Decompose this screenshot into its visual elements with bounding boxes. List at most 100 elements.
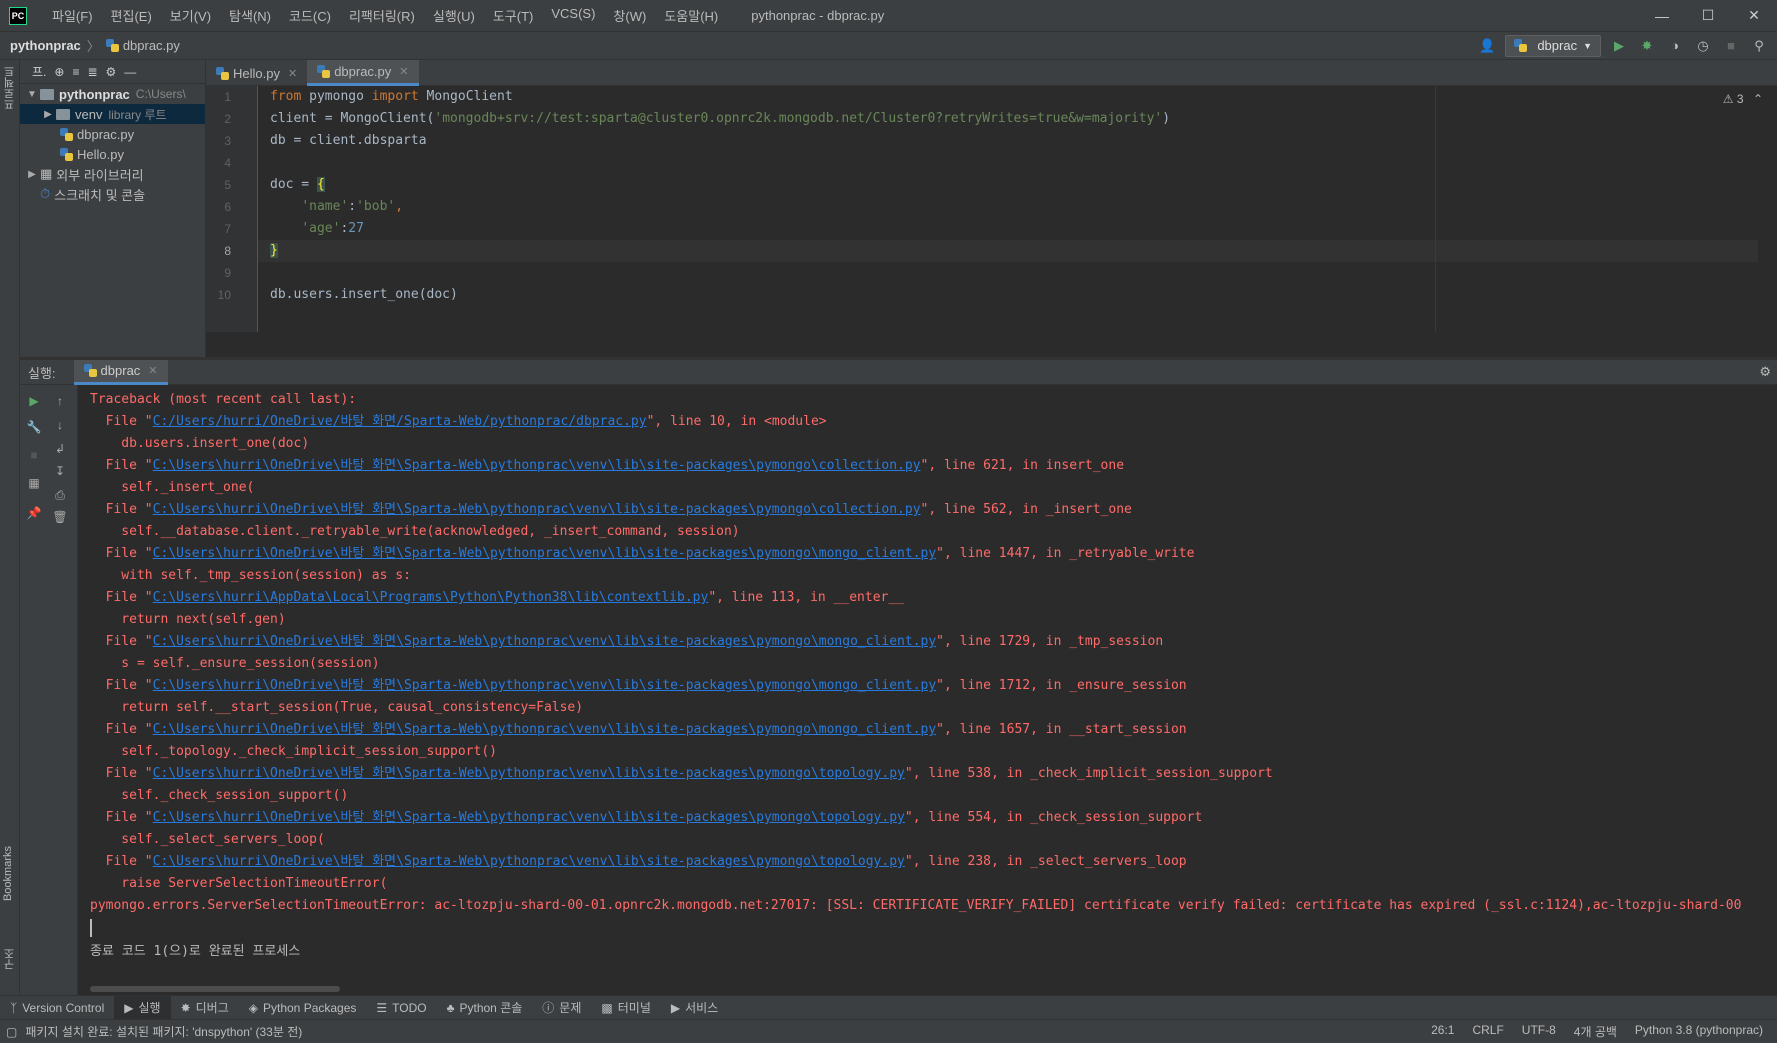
menu-code[interactable]: 코드(C) — [280, 6, 340, 25]
tool-problems[interactable]: ⓘ 문제 — [532, 996, 591, 1020]
coverage-icon[interactable]: ◑ — [1665, 36, 1685, 56]
tab-hello-py[interactable]: Hello.py ✕ — [206, 60, 307, 86]
run-tab-dbprac[interactable]: dbprac ✕ — [73, 359, 168, 385]
file-link[interactable]: C:\Users\hurri\OneDrive\바탕 화면\Sparta-Web… — [153, 766, 905, 781]
expand-all-icon[interactable]: ≡ — [72, 65, 79, 79]
tab-dbprac-py[interactable]: dbprac.py ✕ — [307, 60, 419, 86]
breadcrumb-file[interactable]: dbprac.py — [123, 38, 180, 53]
status-message[interactable]: 패키지 설치 완료: 설치된 패키지: 'dnspython' (33분 전) — [25, 1023, 302, 1040]
stop-icon[interactable]: ■ — [1721, 36, 1741, 56]
inspection-widget[interactable]: ⚠ 3 ⌃ — [1723, 92, 1763, 106]
tree-item-scratches[interactable]: ⏱ 스크래치 및 콘솔 — [20, 184, 205, 204]
menu-file[interactable]: 파일(F) — [43, 6, 102, 25]
pin-icon[interactable]: 📌 — [24, 503, 44, 523]
chevron-right-icon[interactable]: ▶ — [24, 169, 40, 180]
gear-icon[interactable]: ⚙ — [106, 65, 117, 79]
maximize-icon[interactable]: ☐ — [1685, 0, 1731, 31]
tree-item-hello[interactable]: Hello.py — [20, 144, 205, 164]
breadcrumb-project[interactable]: pythonprac — [10, 38, 81, 53]
file-link[interactable]: C:\Users\hurri\OneDrive\바탕 화면\Sparta-Web… — [153, 854, 905, 869]
code-editor[interactable]: 1 2 3 4 5 6 7 8 9 10 from pymongo import… — [206, 86, 1777, 332]
wrench-icon[interactable]: 🔧 — [24, 417, 44, 437]
menu-vcs[interactable]: VCS(S) — [542, 6, 604, 25]
file-encoding[interactable]: UTF-8 — [1522, 1023, 1556, 1040]
tool-version-control[interactable]: ᛉ Version Control — [0, 996, 114, 1020]
caret-position[interactable]: 26:1 — [1431, 1023, 1454, 1040]
line-number: 9 — [224, 266, 231, 280]
tool-debug[interactable]: ✸ 디버그 — [171, 996, 239, 1020]
file-link[interactable]: C:\Users\hurri\OneDrive\바탕 화면\Sparta-Web… — [153, 546, 937, 561]
tool-python-console[interactable]: ♣ Python 콘솔 — [437, 996, 533, 1020]
code-area[interactable]: from pymongo import MongoClient client =… — [258, 86, 1758, 306]
chevron-right-icon[interactable]: ▶ — [40, 109, 56, 120]
locate-icon[interactable]: ⊕ — [54, 65, 64, 79]
line-separator[interactable]: CRLF — [1472, 1023, 1503, 1040]
layout-icon[interactable]: ▦ — [24, 473, 44, 493]
collapse-all-icon[interactable]: ≣ — [87, 65, 97, 79]
run-icon[interactable]: ▶ — [1609, 36, 1629, 56]
file-link[interactable]: C:\Users\hurri\OneDrive\바탕 화면\Sparta-Web… — [153, 634, 937, 649]
file-link[interactable]: C:\Users\hurri\OneDrive\바탕 화면\Sparta-Web… — [153, 722, 937, 737]
tool-todo[interactable]: ☰ TODO — [366, 996, 436, 1020]
file-label: dbprac.py — [77, 126, 135, 142]
tool-run[interactable]: ▶ 실행 — [114, 995, 171, 1020]
menu-refactor[interactable]: 리팩터링(R) — [340, 6, 424, 25]
close-icon[interactable]: ✕ — [399, 65, 408, 78]
tree-item-external-libraries[interactable]: ▶ ▦ 외부 라이브러리 — [20, 164, 205, 184]
profile-icon[interactable]: ◷ — [1693, 36, 1713, 56]
user-icon[interactable]: 👤 — [1477, 36, 1497, 56]
file-link[interactable]: C:\Users\hurri\OneDrive\바탕 화면\Sparta-Web… — [153, 502, 921, 517]
tool-terminal[interactable]: ▩ 터미널 — [591, 996, 660, 1020]
file-link[interactable]: C:\Users\hurri\OneDrive\바탕 화면\Sparta-Web… — [153, 810, 905, 825]
chevron-up-icon[interactable]: ⌃ — [1753, 92, 1763, 106]
menu-navigate[interactable]: 탐색(N) — [220, 6, 280, 25]
structure-tool-tab[interactable]: 구조 — [2, 948, 18, 970]
close-icon[interactable]: ✕ — [288, 67, 297, 80]
console-line: raise ServerSelectionTimeoutError( — [90, 876, 388, 891]
chevron-down-icon[interactable]: ▼ — [24, 89, 40, 100]
file-link[interactable]: C:\Users\hurri\AppData\Local\Programs\Py… — [153, 590, 709, 605]
menu-help[interactable]: 도움말(H) — [655, 6, 727, 25]
menu-window[interactable]: 창(W) — [604, 6, 655, 25]
arrow-up-icon[interactable]: ↑ — [50, 391, 70, 411]
trash-icon[interactable]: 🗑 — [50, 507, 70, 527]
tool-services[interactable]: ▶ 서비스 — [661, 996, 728, 1020]
project-tool-tab[interactable]: 프로젝트 — [2, 66, 18, 110]
tree-item-project-root[interactable]: ▼ pythonprac C:\Users\ — [20, 84, 205, 104]
minimize-icon[interactable]: — — [1639, 0, 1685, 31]
rerun-icon[interactable]: ▶ — [24, 391, 44, 411]
indent-setting[interactable]: 4개 공백 — [1574, 1023, 1617, 1040]
debug-icon[interactable]: ✸ — [1637, 36, 1657, 56]
console-caret-line — [90, 919, 1775, 941]
close-icon[interactable]: ✕ — [1731, 0, 1777, 31]
menu-view[interactable]: 보기(V) — [161, 6, 220, 25]
menu-run[interactable]: 실행(U) — [424, 6, 484, 25]
scroll-to-end-icon[interactable]: ↧ — [50, 461, 70, 481]
bookmarks-tool-tab[interactable]: Bookmarks — [2, 846, 14, 901]
tree-item-dbprac[interactable]: dbprac.py — [20, 124, 205, 144]
arrow-down-icon[interactable]: ↓ — [50, 415, 70, 435]
gear-icon[interactable]: ⚙ — [1759, 364, 1771, 380]
hide-icon[interactable]: — — [124, 65, 136, 79]
print-icon[interactable]: ⎙ — [50, 485, 70, 505]
branch-icon: ᛉ — [10, 1000, 18, 1015]
tree-item-venv[interactable]: ▶ venv library 루트 — [20, 104, 205, 124]
menu-edit[interactable]: 편집(E) — [102, 6, 161, 25]
console-horizontal-scrollbar[interactable] — [90, 986, 340, 992]
line-number-gutter: 1 2 3 4 5 6 7 8 9 10 — [206, 86, 258, 332]
python-interpreter[interactable]: Python 3.8 (pythonprac) — [1635, 1023, 1763, 1040]
file-link[interactable]: C:\Users\hurri\OneDrive\바탕 화면\Sparta-Web… — [153, 678, 937, 693]
soft-wrap-icon[interactable]: ↲ — [50, 439, 70, 459]
search-icon[interactable]: ⚲ — [1749, 36, 1769, 56]
close-icon[interactable]: ✕ — [148, 364, 157, 377]
project-view-select[interactable]: 프. — [32, 63, 46, 80]
run-configuration-select[interactable]: dbprac ▼ — [1505, 34, 1601, 57]
info-icon: ⓘ — [542, 1001, 555, 1015]
file-link[interactable]: C:/Users/hurri/OneDrive/바탕 화면/Sparta-Web… — [153, 414, 647, 429]
menu-tools[interactable]: 도구(T) — [484, 6, 543, 25]
tab-label: dbprac.py — [334, 64, 392, 79]
console-output[interactable]: Traceback (most recent call last): File … — [90, 389, 1775, 989]
stop-icon[interactable]: ■ — [24, 445, 44, 465]
file-link[interactable]: C:\Users\hurri\OneDrive\바탕 화면\Sparta-Web… — [153, 458, 921, 473]
tool-python-packages[interactable]: ◈ Python Packages — [239, 996, 367, 1020]
